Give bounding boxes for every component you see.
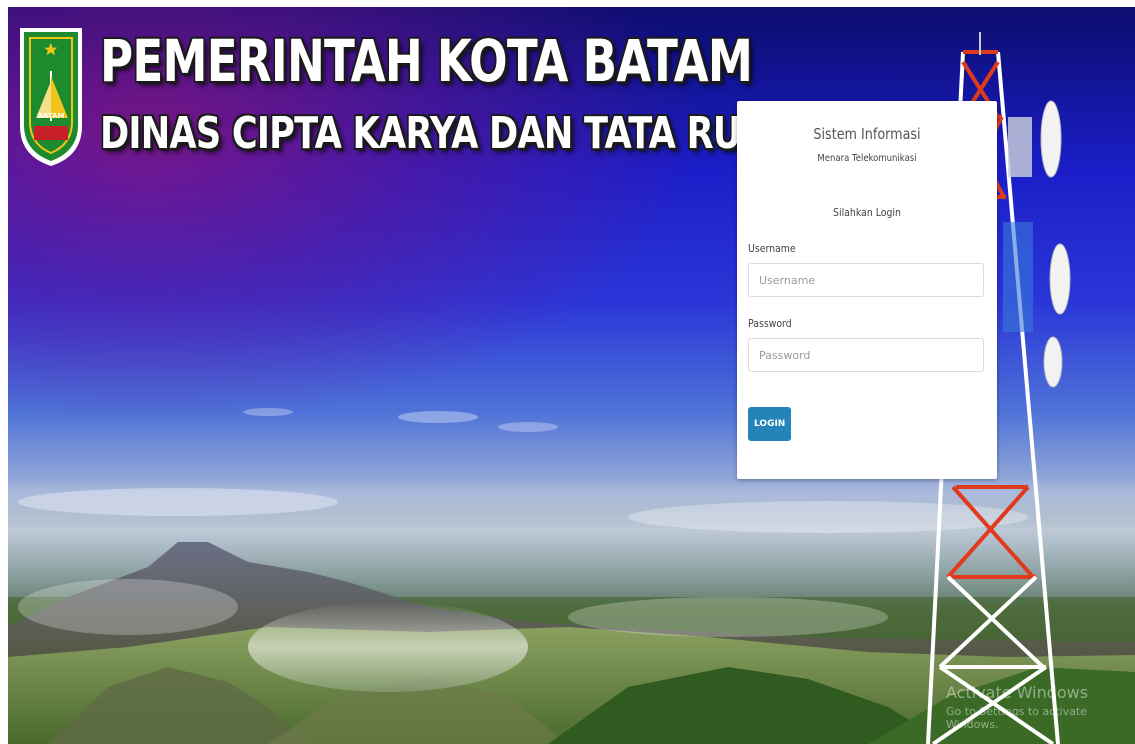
username-label: Username	[748, 242, 796, 255]
username-input[interactable]	[748, 263, 984, 297]
activation-watermark-hint: Go to Settings to activate Windows.	[946, 705, 1087, 731]
batam-city-emblem	[20, 28, 82, 166]
password-label: Password	[748, 317, 792, 330]
emblem-label: BATAM	[37, 112, 65, 120]
activation-watermark-title: Activate Windows	[946, 683, 1089, 702]
page-subtitle: DINAS CIPTA KARYA DAN TATA RUANG	[100, 108, 824, 159]
password-input[interactable]	[748, 338, 984, 372]
system-title: Sistem Informasi	[813, 125, 921, 143]
login-panel: Sistem Informasi Menara Telekomunikasi S…	[737, 101, 997, 479]
login-button[interactable]: LOGIN	[748, 407, 791, 441]
system-subtitle: Menara Telekomunikasi	[817, 153, 917, 164]
page-title: PEMERINTAH KOTA BATAM	[100, 27, 753, 95]
login-prompt: Silahkan Login	[833, 206, 901, 219]
